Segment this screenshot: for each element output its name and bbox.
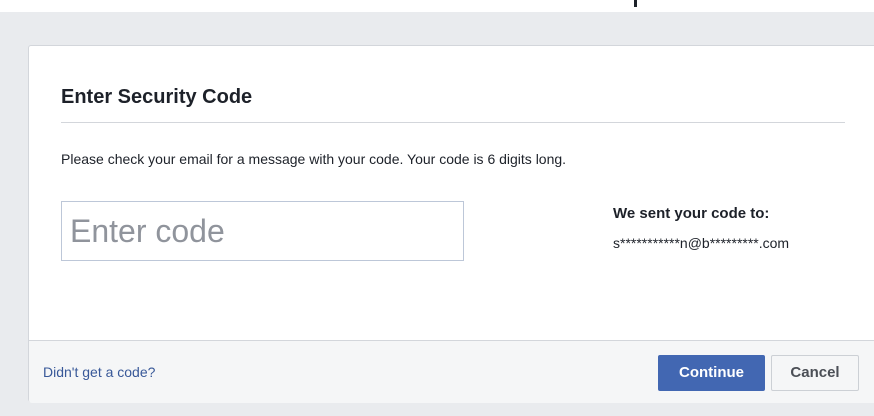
top-strip xyxy=(0,0,874,12)
security-code-dialog: Enter Security Code Please check your em… xyxy=(28,45,874,403)
didnt-get-code-link[interactable]: Didn't get a code? xyxy=(43,363,155,381)
sent-to-label: We sent your code to: xyxy=(613,205,770,222)
dialog-footer: Didn't get a code? Continue Cancel xyxy=(29,340,874,403)
title-divider xyxy=(61,122,845,123)
sent-to-email: s***********n@b*********.com xyxy=(613,235,790,251)
continue-button[interactable]: Continue xyxy=(658,355,765,391)
instructions-text: Please check your email for a message wi… xyxy=(61,151,567,167)
dialog-title: Enter Security Code xyxy=(61,86,253,108)
security-code-input[interactable] xyxy=(61,201,464,261)
top-edge-fragment xyxy=(634,0,637,7)
cancel-button[interactable]: Cancel xyxy=(771,355,859,391)
